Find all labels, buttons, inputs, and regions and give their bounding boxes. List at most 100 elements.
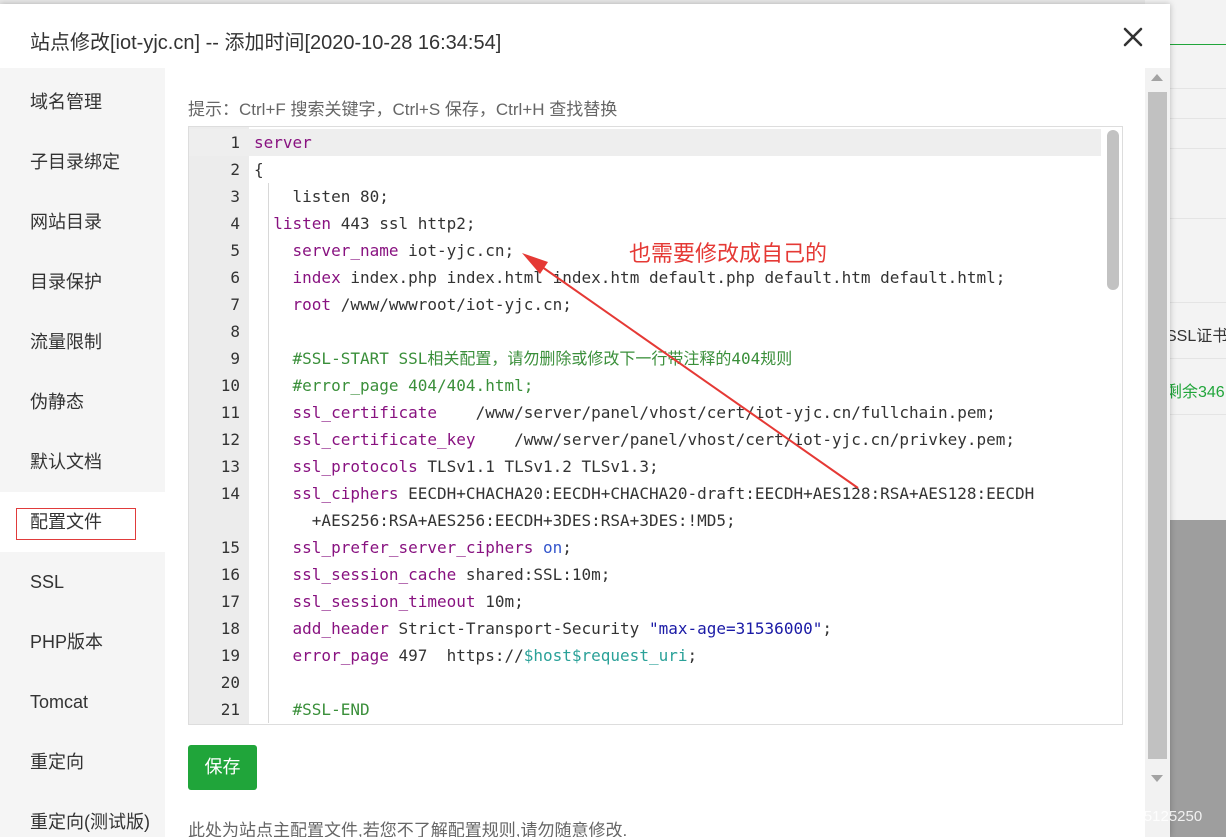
code-token: EECDH+CHACHA20:EECDH+CHACHA20-draft:EECD… bbox=[398, 484, 1035, 503]
sidebar-item-tomcat[interactable]: Tomcat bbox=[0, 672, 165, 732]
background-divider bbox=[1165, 148, 1226, 149]
code-token: #error_page 404/404.html; bbox=[292, 376, 534, 395]
code-token: listen bbox=[273, 214, 332, 233]
code-line[interactable]: 21 #SSL-END bbox=[189, 696, 1101, 723]
code-line[interactable]: 18 add_header Strict-Transport-Security … bbox=[189, 615, 1101, 642]
editor-scrollbar-thumb[interactable] bbox=[1107, 130, 1119, 290]
code-token: ; bbox=[822, 619, 832, 638]
sidebar-item-label: 子目录绑定 bbox=[30, 152, 120, 172]
line-number: 4 bbox=[230, 214, 240, 233]
code-text: { bbox=[254, 156, 264, 183]
sidebar-item-php-version[interactable]: PHP版本 bbox=[0, 612, 165, 672]
background-divider bbox=[1165, 218, 1226, 219]
close-icon[interactable] bbox=[1120, 24, 1146, 50]
code-line[interactable]: 15 ssl_prefer_server_ciphers on; bbox=[189, 534, 1101, 561]
code-line[interactable]: 10 #error_page 404/404.html; bbox=[189, 372, 1101, 399]
line-number: 5 bbox=[230, 241, 240, 260]
background-divider bbox=[1165, 118, 1226, 119]
code-line[interactable]: 13 ssl_protocols TLSv1.1 TLSv1.2 TLSv1.3… bbox=[189, 453, 1101, 480]
sidebar-item-label: 默认文档 bbox=[30, 452, 102, 472]
scroll-up-arrow-icon[interactable] bbox=[1151, 74, 1163, 81]
line-number: 8 bbox=[230, 322, 240, 341]
line-number: 11 bbox=[220, 403, 240, 422]
code-token: listen 80; bbox=[254, 187, 389, 206]
code-token: iot-yjc.cn; bbox=[398, 241, 515, 260]
sidebar-item-domain[interactable]: 域名管理 bbox=[0, 72, 165, 132]
sidebar-item-config-file[interactable]: 配置文件 bbox=[0, 492, 165, 552]
sidebar-item-subdirectory-binding[interactable]: 子目录绑定 bbox=[0, 132, 165, 192]
code-text: ssl_certificate /www/server/panel/vhost/… bbox=[254, 399, 996, 426]
sidebar-item-redirect[interactable]: 重定向 bbox=[0, 732, 165, 792]
line-number: 10 bbox=[220, 376, 240, 395]
sidebar-item-default-document[interactable]: 默认文档 bbox=[0, 432, 165, 492]
code-token: ssl_session_cache bbox=[292, 565, 457, 584]
code-line[interactable]: 4 listen 443 ssl http2; bbox=[189, 210, 1101, 237]
code-token: ssl_ciphers bbox=[292, 484, 399, 503]
sidebar-item-redirect-beta[interactable]: 重定向(测试版) bbox=[0, 792, 165, 837]
code-line[interactable]: 16 ssl_session_cache shared:SSL:10m; bbox=[189, 561, 1101, 588]
watermark-text: https://blog.csdn.net/qq_45125250 bbox=[972, 808, 1203, 825]
code-token: index.php index.html index.htm default.p… bbox=[340, 268, 1006, 287]
code-line[interactable]: 17 ssl_session_timeout 10m; bbox=[189, 588, 1101, 615]
sidebar-item-ssl[interactable]: SSL bbox=[0, 552, 165, 612]
code-line[interactable]: 11 ssl_certificate /www/server/panel/vho… bbox=[189, 399, 1101, 426]
code-line[interactable]: 19 error_page 497 https://$host$request_… bbox=[189, 642, 1101, 669]
code-line[interactable]: 20 bbox=[189, 669, 1101, 696]
code-text: server_name iot-yjc.cn; bbox=[254, 237, 515, 264]
code-token: error_page bbox=[292, 646, 389, 665]
code-line[interactable]: 6 index index.php index.html index.htm d… bbox=[189, 264, 1101, 291]
code-line[interactable]: 7 root /www/wwwroot/iot-yjc.cn; bbox=[189, 291, 1101, 318]
line-number: 14 bbox=[220, 484, 240, 503]
code-token: 443 ssl http2; bbox=[331, 214, 476, 233]
code-text: ssl_prefer_server_ciphers on; bbox=[254, 534, 572, 561]
code-line[interactable]: 1 server bbox=[189, 129, 1101, 156]
line-number: 18 bbox=[220, 619, 240, 638]
background-divider bbox=[1165, 88, 1226, 89]
background-divider bbox=[1165, 302, 1226, 303]
line-number: 9 bbox=[230, 349, 240, 368]
code-token: /www/server/panel/vhost/cert/iot-yjc.cn/… bbox=[475, 430, 1015, 449]
code-text: ssl_session_timeout 10m; bbox=[254, 588, 524, 615]
code-line[interactable]: +AES256:RSA+AES256:EECDH+3DES:RSA+3DES:!… bbox=[189, 507, 1101, 534]
code-token: { bbox=[254, 160, 264, 179]
code-token: ssl_session_timeout bbox=[292, 592, 476, 611]
sidebar-item-label: Tomcat bbox=[30, 692, 89, 712]
sidebar-item-traffic-limit[interactable]: 流量限制 bbox=[0, 312, 165, 372]
sidebar-item-label: 伪静态 bbox=[30, 392, 84, 412]
save-button[interactable]: 保存 bbox=[188, 745, 257, 790]
sidebar-item-site-directory[interactable]: 网站目录 bbox=[0, 192, 165, 252]
line-number: 7 bbox=[230, 295, 240, 314]
sidebar-item-label: 域名管理 bbox=[30, 92, 102, 112]
code-token: TLSv1.1 TLSv1.2 TLSv1.3; bbox=[417, 457, 659, 476]
code-text: root /www/wwwroot/iot-yjc.cn; bbox=[254, 291, 572, 318]
modal-scrollbar-thumb[interactable] bbox=[1148, 92, 1167, 759]
code-line[interactable]: 3 listen 80; bbox=[189, 183, 1101, 210]
shortcut-hint: 提示：Ctrl+F 搜索关键字，Ctrl+S 保存，Ctrl+H 查找替换 bbox=[188, 100, 618, 119]
code-line[interactable]: 9 #SSL-START SSL相关配置，请勿删除或修改下一行带注释的404规则 bbox=[189, 345, 1101, 372]
line-number: 17 bbox=[220, 592, 240, 611]
scroll-down-arrow-icon[interactable] bbox=[1151, 775, 1163, 782]
code-editor[interactable]: 1 server 2{3 listen 80; 4 listen 443 ssl ht… bbox=[188, 126, 1123, 725]
code-token: server_name bbox=[292, 241, 399, 260]
code-token: shared:SSL:10m; bbox=[456, 565, 611, 584]
code-token: ; bbox=[687, 646, 698, 665]
sidebar-item-label: 配置文件 bbox=[30, 512, 102, 532]
code-token: +AES256:RSA+AES256:EECDH+3DES:RSA+3DES:!… bbox=[254, 511, 736, 530]
indent-guide bbox=[268, 669, 269, 696]
code-line[interactable]: 2{ bbox=[189, 156, 1101, 183]
code-line[interactable]: 14 ssl_ciphers EECDH+CHACHA20:EECDH+CHAC… bbox=[189, 480, 1101, 507]
code-token: ssl_prefer_server_ciphers bbox=[292, 538, 534, 557]
sidebar-item-label: 重定向(测试版) bbox=[30, 812, 150, 832]
code-line[interactable]: 12 ssl_certificate_key /www/server/panel… bbox=[189, 426, 1101, 453]
code-line[interactable]: 8 bbox=[189, 318, 1101, 345]
background-divider bbox=[1165, 414, 1226, 415]
sidebar-item-directory-protection[interactable]: 目录保护 bbox=[0, 252, 165, 312]
sidebar-item-rewrite[interactable]: 伪静态 bbox=[0, 372, 165, 432]
